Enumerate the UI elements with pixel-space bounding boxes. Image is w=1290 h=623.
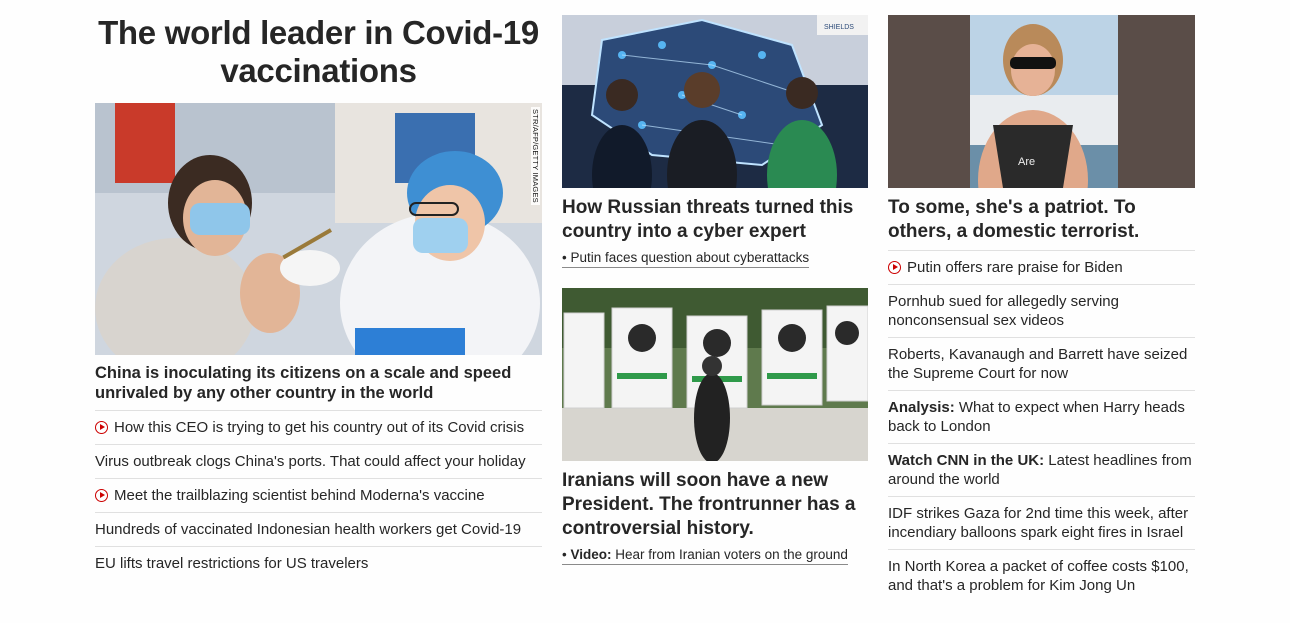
list-item[interactable]: How this CEO is trying to get his countr…: [95, 411, 542, 445]
play-circle-icon: [888, 261, 901, 274]
shirt-text: Are: [1018, 156, 1035, 168]
cyber-headline[interactable]: How Russian threats turned this country …: [562, 196, 868, 244]
cyberattacks-link[interactable]: • Putin faces question about cyberattack…: [562, 250, 810, 268]
iran-posters-photo[interactable]: [562, 288, 868, 461]
list-item[interactable]: EU lifts travel restrictions for US trav…: [95, 547, 542, 580]
middle-column: SHIELDS How Russian threats turned this …: [562, 15, 868, 565]
sublink-text: Putin faces question about cyberattacks: [570, 250, 810, 265]
video-prefix: Video:: [570, 547, 612, 562]
vaccination-photo[interactable]: STR/AFP/GETTY IMAGES: [95, 103, 542, 355]
photo-credit: STR/AFP/GETTY IMAGES: [531, 107, 540, 205]
list-item[interactable]: Putin offers rare praise for Biden: [888, 251, 1195, 285]
woman-portrait-photo[interactable]: Are: [888, 15, 1195, 188]
link-text[interactable]: In North Korea a packet of coffee costs …: [888, 557, 1195, 595]
link-text[interactable]: EU lifts travel restrictions for US trav…: [95, 554, 368, 573]
link-text[interactable]: Roberts, Kavanaugh and Barrett have seiz…: [888, 345, 1195, 383]
related-links: How this CEO is trying to get his countr…: [95, 410, 542, 580]
analysis-prefix: Analysis:: [888, 399, 955, 416]
lead-headline[interactable]: China is inoculating its citizens on a s…: [95, 363, 542, 403]
list-item[interactable]: In North Korea a packet of coffee costs …: [888, 550, 1195, 602]
link-text[interactable]: How this CEO is trying to get his countr…: [114, 418, 524, 437]
list-item[interactable]: Hundreds of vaccinated Indonesian health…: [95, 513, 542, 547]
sublink-text: Hear from Iranian voters on the ground: [615, 547, 848, 562]
list-item[interactable]: Virus outbreak clogs China's ports. That…: [95, 445, 542, 479]
link-text[interactable]: Virus outbreak clogs China's ports. That…: [95, 452, 526, 471]
link-text[interactable]: Meet the trailblazing scientist behind M…: [114, 486, 485, 505]
play-circle-icon: [95, 421, 108, 434]
cyber-story-card: SHIELDS How Russian threats turned this …: [562, 15, 868, 268]
right-column: Are To some, she's a patriot. To others,…: [888, 15, 1195, 602]
iran-story-card: Iranians will soon have a new President.…: [562, 288, 868, 565]
link-text[interactable]: Putin offers rare praise for Biden: [907, 258, 1123, 277]
iran-voters-video-link[interactable]: • Video: Hear from Iranian voters on the…: [562, 547, 848, 565]
list-item[interactable]: Meet the trailblazing scientist behind M…: [95, 479, 542, 513]
watch-cnn-prefix: Watch CNN in the UK:: [888, 452, 1045, 469]
link-text[interactable]: IDF strikes Gaza for 2nd time this week,…: [888, 504, 1195, 542]
news-page: The world leader in Covid-19 vaccination…: [0, 0, 1290, 623]
cyber-exhibit-photo[interactable]: SHIELDS: [562, 15, 868, 188]
list-item[interactable]: Analysis: What to expect when Harry head…: [888, 391, 1195, 444]
section-title[interactable]: The world leader in Covid-19 vaccination…: [95, 14, 542, 90]
play-circle-icon: [95, 489, 108, 502]
patriot-headline[interactable]: To some, she's a patriot. To others, a d…: [888, 196, 1195, 244]
link-text[interactable]: Analysis: What to expect when Harry head…: [888, 398, 1195, 436]
link-text[interactable]: Watch CNN in the UK: Latest headlines fr…: [888, 451, 1195, 489]
patriot-story-card: Are To some, she's a patriot. To others,…: [888, 15, 1195, 244]
iran-headline[interactable]: Iranians will soon have a new President.…: [562, 469, 868, 541]
list-item[interactable]: Pornhub sued for allegedly serving nonco…: [888, 285, 1195, 338]
list-item[interactable]: Roberts, Kavanaugh and Barrett have seiz…: [888, 338, 1195, 391]
right-links: Putin offers rare praise for Biden Pornh…: [888, 250, 1195, 602]
link-text[interactable]: Pornhub sued for allegedly serving nonco…: [888, 292, 1195, 330]
lead-story-column: The world leader in Covid-19 vaccination…: [95, 14, 542, 580]
shields-sign: SHIELDS: [824, 24, 854, 31]
list-item[interactable]: Watch CNN in the UK: Latest headlines fr…: [888, 444, 1195, 497]
link-text[interactable]: Hundreds of vaccinated Indonesian health…: [95, 520, 521, 539]
list-item[interactable]: IDF strikes Gaza for 2nd time this week,…: [888, 497, 1195, 550]
